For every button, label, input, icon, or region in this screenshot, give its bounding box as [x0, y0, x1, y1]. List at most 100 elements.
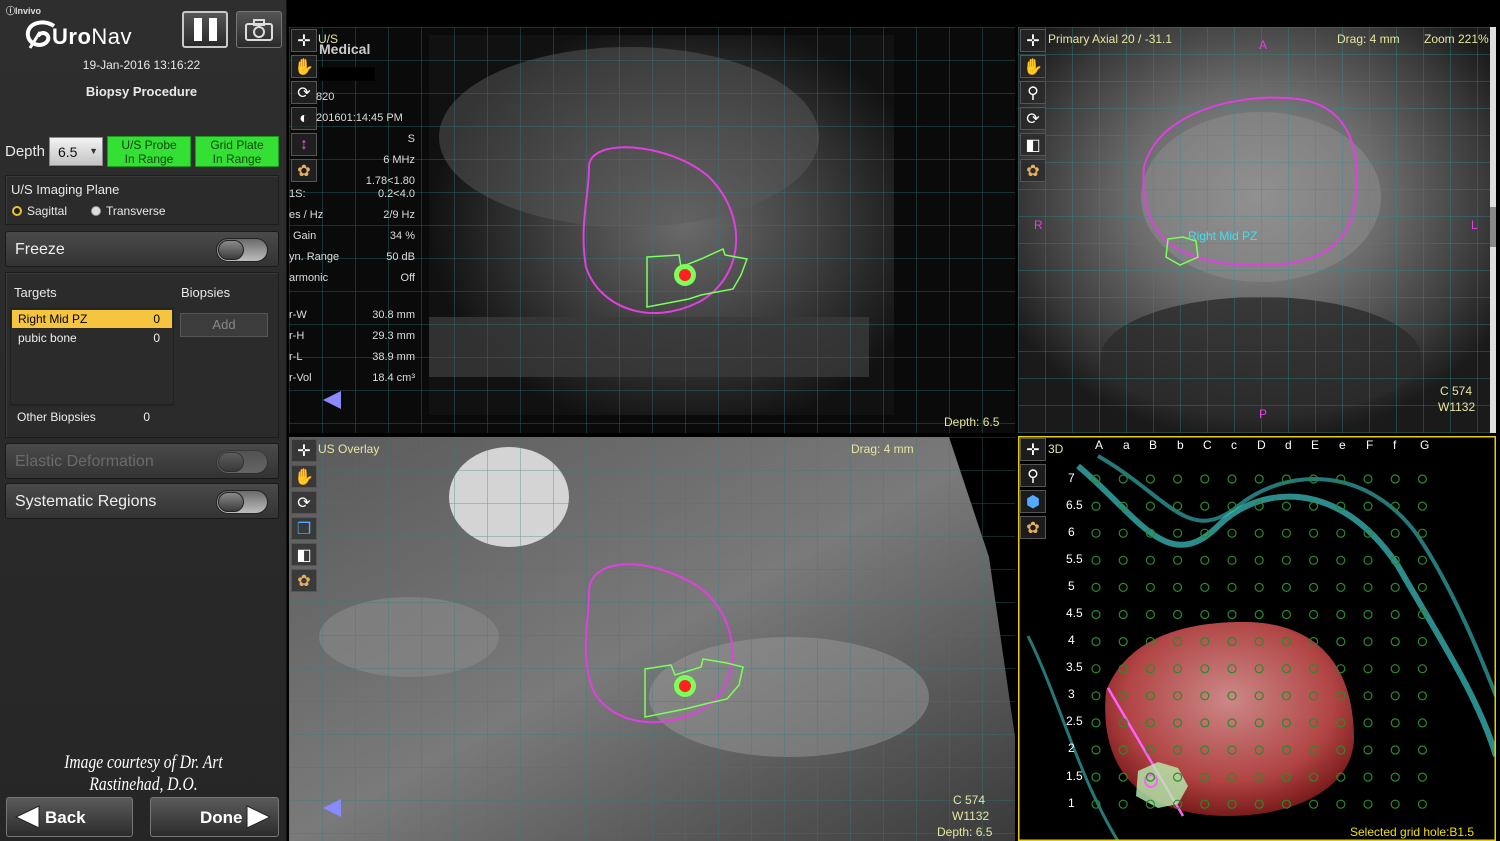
grid-hole	[1200, 745, 1210, 755]
brain-icon[interactable]: ✿	[291, 569, 317, 592]
grid-hole	[1254, 474, 1264, 484]
rotate-icon[interactable]: ⟳	[291, 81, 317, 104]
zoom-icon[interactable]: ⚲	[1020, 464, 1046, 487]
grid-hole	[1145, 691, 1155, 701]
axial-mri-viewport[interactable]: ✛ ✋ ⚲ ⟳ ◧ ✿ Primary Axial 20 / -31.1 Dra…	[1018, 27, 1496, 433]
grid-hole	[1417, 745, 1427, 755]
grid-hole	[1363, 772, 1373, 782]
grid-hole	[1118, 745, 1128, 755]
grid-row-label: 6	[1068, 525, 1075, 539]
grid-plate-status-badge: Grid Plate In Range	[195, 136, 279, 167]
rotate-icon[interactable]: ⟳	[1020, 107, 1046, 130]
freeze-toggle-row: Freeze	[5, 231, 279, 267]
zoom-icon[interactable]: ⚲	[1020, 81, 1046, 104]
grid-hole	[1390, 718, 1400, 728]
cube-icon[interactable]: ⬢	[1020, 490, 1046, 513]
depth-label: Depth	[5, 143, 46, 160]
pan-hand-icon[interactable]: ✋	[291, 55, 317, 78]
freeze-switch[interactable]	[216, 238, 268, 262]
invivo-logo: ⓘInvivo	[6, 6, 42, 16]
three-d-viewport[interactable]: ✛ ⚲ ⬢ ✿ 3D Selected grid hole:B1.5	[1018, 436, 1496, 841]
brain-icon[interactable]: ✿	[1020, 159, 1046, 182]
grid-hole	[1254, 555, 1264, 565]
grid-row-label: 1	[1068, 796, 1075, 810]
grid-hole	[1091, 637, 1101, 647]
us-vendor: Medical	[319, 41, 371, 57]
grid-col-label: b	[1177, 438, 1184, 452]
crosshair-icon[interactable]: ✛	[1020, 29, 1046, 52]
grid-hole	[1309, 772, 1319, 782]
crosshair-icon[interactable]: ✛	[291, 29, 317, 52]
snapshot-button[interactable]	[236, 11, 282, 48]
pause-button[interactable]	[182, 11, 228, 48]
brain-icon[interactable]: ✿	[291, 159, 317, 182]
grid-hole	[1363, 582, 1373, 592]
copy-icon[interactable]: ❐	[291, 517, 317, 540]
arrow-left-icon	[14, 805, 40, 829]
rotate-icon[interactable]: ⟳	[291, 491, 317, 514]
grid-hole	[1336, 745, 1346, 755]
three-d-view-label: 3D	[1048, 442, 1064, 456]
grid-hole	[1281, 528, 1291, 538]
grid-hole	[1200, 501, 1210, 511]
grid-hole	[1091, 718, 1101, 728]
pan-hand-icon[interactable]: ✋	[1020, 55, 1046, 78]
systematic-regions-switch[interactable]	[216, 490, 268, 514]
overlay-window-readout: W1132	[952, 809, 990, 823]
back-button[interactable]: Back	[6, 797, 133, 837]
systematic-regions-label: Systematic Regions	[15, 493, 157, 510]
grid-hole	[1145, 799, 1155, 809]
window-level-icon[interactable]: ◧	[291, 543, 317, 566]
overlay-toolbar: ✛ ✋ ⟳ ❐ ◧ ✿	[291, 439, 317, 592]
us-viewport[interactable]: ✛ ✋ ⟳ ◐ ↕ ✿ U/S Medical 820 201601:14:45…	[289, 27, 1015, 433]
grid-hole	[1227, 772, 1237, 782]
chevron-down-icon: ▼	[89, 146, 98, 156]
procedure-title: Biopsy Procedure	[85, 84, 198, 99]
grid-hole	[1091, 691, 1101, 701]
grid-row-label: 5	[1068, 579, 1075, 593]
grid-hole	[1091, 528, 1101, 538]
grid-hole	[1118, 718, 1128, 728]
overlay-drag-readout: Drag: 4 mm	[851, 442, 914, 456]
selected-grid-hole-readout: Selected grid hole:B1.5	[1350, 825, 1475, 839]
camera-icon	[245, 18, 273, 41]
grid-hole	[1091, 555, 1101, 565]
grid-hole	[1417, 528, 1427, 538]
grid-hole	[1091, 609, 1101, 620]
other-biopsies-row[interactable]: Other Biopsies 0	[10, 405, 174, 431]
contrast-icon[interactable]: ◐	[291, 107, 317, 130]
overlay-view-label: US Overlay	[318, 442, 380, 456]
elastic-deformation-switch[interactable]	[216, 450, 268, 474]
grid-hole	[1254, 691, 1264, 701]
grid-hole	[1227, 474, 1237, 484]
grid-hole	[1173, 528, 1183, 538]
grid-hole	[1173, 772, 1183, 782]
crosshair-icon[interactable]: ✛	[291, 439, 317, 462]
grid-col-label: e	[1339, 438, 1346, 452]
targets-header: Targets	[14, 285, 57, 300]
grid-hole	[1417, 609, 1427, 620]
grid-hole	[1200, 691, 1210, 701]
grid-hole	[1227, 637, 1237, 647]
grid-hole	[1173, 718, 1183, 728]
window-level-icon[interactable]: ◧	[1020, 133, 1046, 156]
grid-hole	[1145, 582, 1155, 592]
radio-sagittal[interactable]: Sagittal	[12, 204, 67, 218]
crosshair-icon[interactable]: ✛	[1020, 438, 1046, 461]
add-biopsy-button[interactable]: Add	[180, 313, 268, 337]
pan-hand-icon[interactable]: ✋	[291, 465, 317, 488]
brain-icon[interactable]: ✿	[1020, 516, 1046, 539]
grid-hole	[1145, 745, 1155, 755]
us-overlay-viewport[interactable]: ✛ ✋ ⟳ ❐ ◧ ✿ US Overlay Drag: 4 mm C 574 …	[289, 437, 1015, 841]
axial-window-readout: W1132	[1438, 400, 1476, 414]
depth-arrows-icon[interactable]: ↕	[291, 133, 317, 156]
done-button[interactable]: Done	[150, 797, 279, 837]
depth-select[interactable]: 6.5 ▼	[49, 137, 103, 166]
grid-hole	[1200, 474, 1210, 484]
grid-hole	[1390, 528, 1400, 538]
target-item-right-mid-pz[interactable]: Right Mid PZ 0	[12, 310, 172, 328]
target-item-pubic-bone[interactable]: pubic bone 0	[12, 329, 172, 347]
grid-hole	[1417, 718, 1427, 728]
probe-status-badge: U/S Probe In Range	[107, 136, 191, 167]
radio-transverse[interactable]: Transverse	[91, 204, 166, 218]
